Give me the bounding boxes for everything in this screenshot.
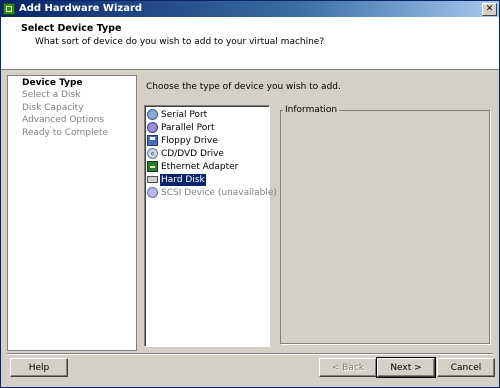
device-item-label: CD/DVD Drive	[161, 149, 224, 159]
title-bar[interactable]: Add Hardware Wizard ✕	[1, 1, 499, 17]
footer-divider	[7, 353, 493, 355]
device-item-label: Hard Disk	[160, 174, 206, 186]
hard-disk-icon	[147, 176, 158, 183]
information-legend: Information	[283, 105, 340, 115]
help-button[interactable]: Help	[10, 358, 68, 377]
next-button[interactable]: Next >	[376, 357, 436, 378]
device-item-label: Serial Port	[161, 110, 208, 120]
device-item-label: Floppy Drive	[161, 136, 218, 146]
ethernet-adapter-icon	[147, 161, 158, 172]
wizard-steps-panel: Device Type Select a Disk Disk Capacity …	[7, 75, 137, 351]
serial-port-icon	[147, 109, 158, 120]
cd-dvd-drive-icon	[147, 148, 158, 159]
floppy-drive-icon	[147, 135, 158, 146]
header-title: Select Device Type	[21, 23, 122, 34]
device-type-prompt: Choose the type of device you wish to ad…	[146, 82, 341, 92]
step-ready-to-complete: Ready to Complete	[22, 128, 109, 138]
parallel-port-icon	[147, 122, 158, 133]
device-item-label: SCSI Device (unavailable)	[161, 188, 277, 198]
information-groupbox	[280, 110, 490, 344]
cancel-button[interactable]: Cancel	[437, 358, 495, 377]
step-advanced-options: Advanced Options	[22, 115, 105, 125]
device-item-label: Parallel Port	[161, 123, 215, 133]
step-device-type: Device Type	[22, 78, 83, 88]
scsi-device-icon	[147, 187, 158, 198]
hardware-wizard-icon	[3, 3, 15, 15]
close-button[interactable]: ✕	[482, 3, 497, 16]
device-type-list[interactable]: Serial Port Parallel Port Floppy Drive C…	[144, 105, 277, 347]
step-disk-capacity: Disk Capacity	[22, 103, 84, 113]
window-title: Add Hardware Wizard	[19, 3, 143, 14]
wizard-window: Add Hardware Wizard ✕ Select Device Type…	[0, 0, 500, 388]
wizard-header: Select Device Type What sort of device d…	[1, 17, 499, 70]
back-button[interactable]: < Back	[319, 358, 377, 377]
device-item-label: Ethernet Adapter	[161, 162, 239, 172]
header-subtitle: What sort of device do you wish to add t…	[35, 37, 325, 47]
step-select-a-disk: Select a Disk	[22, 90, 81, 100]
